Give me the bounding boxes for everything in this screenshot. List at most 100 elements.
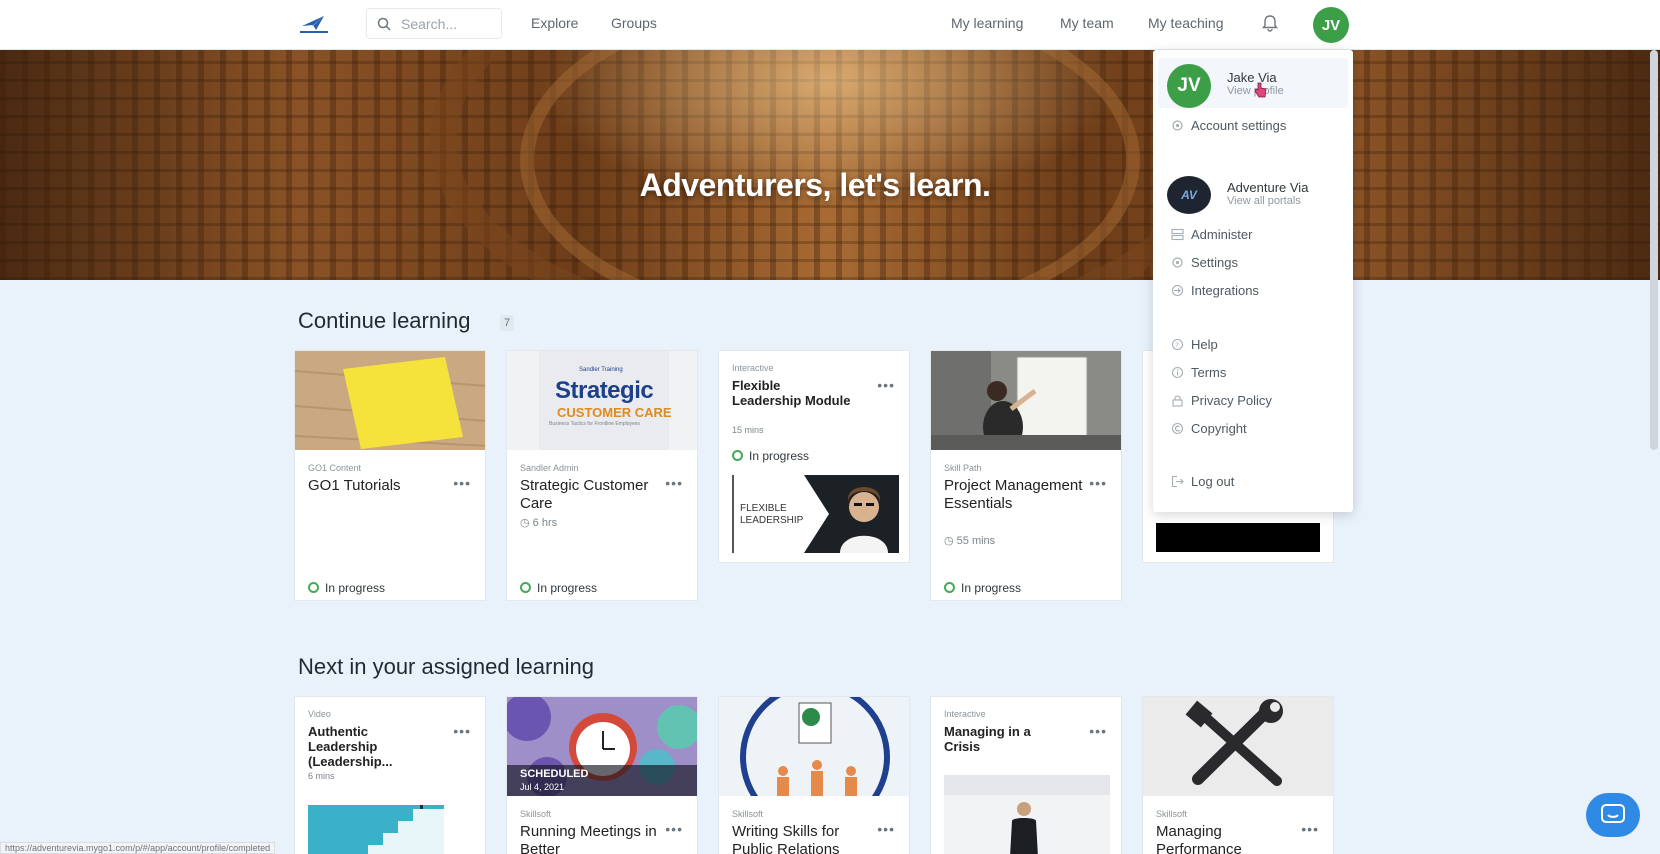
copyright-icon [1171,422,1184,435]
lock-icon [1172,395,1183,407]
terms-item[interactable]: Terms [1191,365,1226,380]
flexible-leadership-thumbnail: FLEXIBLE LEADERSHIP [732,475,899,553]
hero-heading: Adventurers, let's learn. [639,167,991,203]
card-provider: Interactive [732,363,774,373]
more-options-icon[interactable]: ••• [665,475,683,491]
nav-my-learning[interactable]: My learning [951,15,1023,31]
progress-ring-icon [944,582,955,593]
plug-icon [1171,284,1184,297]
hand-cursor-icon [1254,82,1267,98]
copyright-item[interactable]: Copyright [1191,421,1247,436]
continue-learning-title: Continue learning [298,308,471,333]
nav-explore[interactable]: Explore [531,15,578,31]
card-title[interactable]: Managing Performance [1156,823,1306,854]
course-card-strategic-customer-care[interactable]: Sandler Training Strategic CUSTOMER CARE… [506,350,698,601]
nav-groups[interactable]: Groups [611,15,657,31]
redacted-block [1156,523,1320,552]
continue-learning-count: 7 [500,315,514,331]
card-duration: 6 mins [308,771,335,781]
account-settings-item[interactable]: Account settings [1191,118,1286,133]
card-duration: ◷ 6 hrs [520,517,558,529]
card-provider: Skillsoft [1156,809,1188,819]
search-box[interactable] [366,8,502,39]
assigned-card-managing-crisis[interactable]: Interactive Managing in a Crisis ••• [930,696,1122,854]
integrations-item[interactable]: Integrations [1191,283,1259,298]
card-provider: Interactive [944,709,986,719]
sticky-note-thumbnail [295,351,485,450]
assigned-learning-title: Next in your assigned learning [298,654,594,679]
assigned-card-managing-performance[interactable]: Skillsoft Managing Performance ••• [1142,696,1334,854]
chat-icon [1601,804,1625,823]
page-scrollbar[interactable] [1650,50,1658,450]
course-card-go1-tutorials[interactable]: GO1 Content GO1 Tutorials ••• In progres… [294,350,486,601]
card-status: In progress [520,581,597,595]
more-options-icon[interactable]: ••• [453,475,471,491]
card-duration: 15 mins [732,425,764,435]
more-options-icon[interactable]: ••• [1301,821,1319,837]
card-title[interactable]: Strategic Customer Care [520,477,670,513]
more-options-icon[interactable]: ••• [877,821,895,837]
card-title[interactable]: Flexible Leadership Module [732,378,852,408]
nav-my-team[interactable]: My team [1060,15,1114,31]
more-options-icon[interactable]: ••• [1089,723,1107,739]
clock-icon: ◷ [520,517,533,529]
thumb-text-mid: CUSTOMER CARE [557,405,672,420]
whiteboard-thumbnail [931,351,1121,450]
top-navbar: Explore Groups My learning My team My te… [0,0,1660,50]
clock-icon: ◷ [944,535,957,547]
course-card-project-management[interactable]: Skill Path Project Management Essentials… [930,350,1122,601]
more-options-icon[interactable]: ••• [665,821,683,837]
card-title[interactable]: Managing in a Crisis [944,724,1064,754]
browser-status-url: https://adventurevia.mygo1.com/p/#/app/a… [0,842,276,854]
pr-thumbnail [719,697,909,796]
logout-item[interactable]: Log out [1191,474,1234,489]
administer-item[interactable]: Administer [1191,227,1252,242]
presenter-thumbnail [944,775,1110,854]
card-provider: Skillsoft [732,809,764,819]
assigned-card-writing-skills[interactable]: Skillsoft Writing Skills for Public Rela… [718,696,910,854]
logo[interactable] [296,12,332,36]
portal-name[interactable]: Adventure Via [1227,180,1308,195]
card-title[interactable]: Authentic Leadership (Leadership... [308,724,428,769]
more-options-icon[interactable]: ••• [453,723,471,739]
user-menu-dropdown: JV Jake Via View profile Account setting… [1153,50,1353,512]
course-card-flexible-leadership[interactable]: Interactive Flexible Leadership Module •… [718,350,910,563]
user-avatar-button[interactable]: JV [1313,7,1349,43]
assigned-card-authentic-leadership[interactable]: Video Authentic Leadership (Leadership..… [294,696,486,854]
nav-my-teaching[interactable]: My teaching [1148,15,1223,31]
card-title[interactable]: Project Management Essentials [944,477,1094,513]
scheduled-badge: SCHEDULED [520,768,589,780]
dropdown-avatar[interactable]: JV [1167,64,1211,108]
card-title[interactable]: GO1 Tutorials [308,477,458,495]
portal-logo[interactable]: AV [1167,176,1211,214]
stairs-thumbnail [308,805,444,854]
more-options-icon[interactable]: ••• [877,377,895,393]
progress-ring-icon [732,450,743,461]
card-status: In progress [308,581,385,595]
progress-ring-icon [520,582,531,593]
card-title[interactable]: Running Meetings in Better [520,823,670,854]
help-item[interactable]: Help [1191,337,1218,352]
scheduled-date: Jul 4, 2021 [520,782,565,792]
bell-icon[interactable] [1260,13,1280,33]
help-icon: ? [1171,338,1184,351]
gear-icon [1172,120,1183,131]
card-title[interactable]: Writing Skills for Public Relations [732,823,882,854]
tools-thumbnail [1143,697,1333,796]
strategic-thumbnail: Sandler Training Strategic CUSTOMER CARE… [507,351,697,450]
card-provider: Skill Path [944,463,982,473]
gear-icon [1172,257,1183,268]
thumb-text-top: Strategic [555,377,654,404]
dropdown-user-name[interactable]: Jake Via [1227,70,1277,85]
privacy-policy-item[interactable]: Privacy Policy [1191,393,1272,408]
view-all-portals[interactable]: View all portals [1227,195,1301,207]
card-status: In progress [732,449,809,463]
search-input[interactable] [401,15,497,33]
chat-button[interactable] [1586,793,1640,837]
card-status: In progress [944,581,1021,595]
assigned-card-running-meetings[interactable]: SCHEDULED Jul 4, 2021 Skillsoft Running … [506,696,698,854]
more-options-icon[interactable]: ••• [1089,475,1107,491]
thumb-text: FLEXIBLE LEADERSHIP [740,503,804,526]
settings-item[interactable]: Settings [1191,255,1238,270]
card-provider: GO1 Content [308,463,362,473]
